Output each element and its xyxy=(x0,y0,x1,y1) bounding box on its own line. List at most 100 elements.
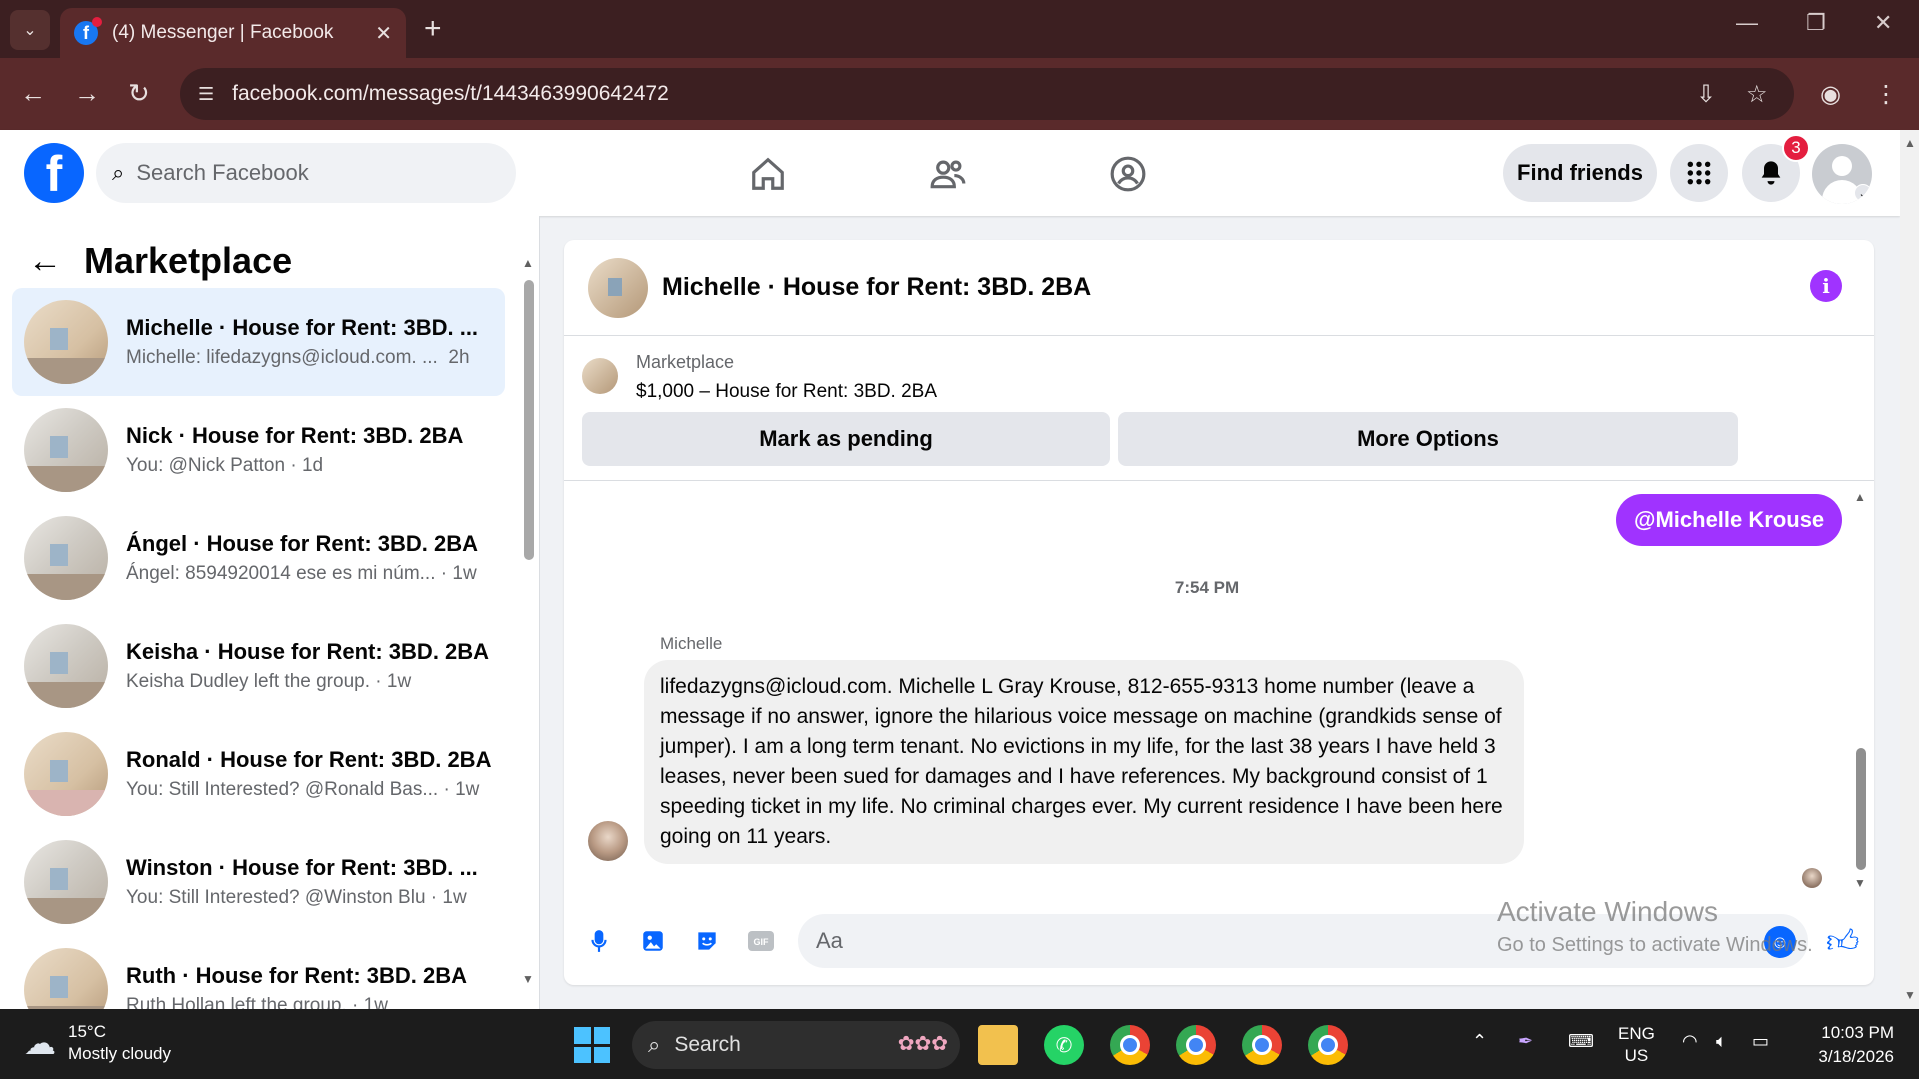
address-bar[interactable]: ☰ facebook.com/messages/t/14434639906424… xyxy=(180,68,1794,120)
conversation-name: Ronald · House for Rent: 3BD. 2BA xyxy=(126,747,492,772)
conversation-item[interactable]: Ángel · House for Rent: 3BD. 2BA Ángel: … xyxy=(12,504,505,612)
weather-temp: 15°C xyxy=(68,1022,106,1041)
chevron-down-icon[interactable]: ⌄ xyxy=(1854,184,1872,202)
conversation-item[interactable]: Winston · House for Rent: 3BD. ... You: … xyxy=(12,828,505,936)
volume-icon[interactable]: 🔈︎ xyxy=(1716,1031,1727,1052)
listing-thumbnail xyxy=(582,358,618,394)
menu-grid-icon[interactable] xyxy=(1670,144,1728,202)
minimize-icon[interactable]: — xyxy=(1736,10,1758,36)
weather-desc: Mostly cloudy xyxy=(68,1044,171,1063)
info-icon[interactable]: i xyxy=(1810,270,1842,302)
scroll-down-icon[interactable]: ▼ xyxy=(1854,876,1866,890)
chat-scrollbar[interactable]: ▲ ▼ xyxy=(1854,490,1866,890)
browser-menu-icon[interactable]: ⋮ xyxy=(1874,80,1898,109)
conversation-item[interactable]: Keisha · House for Rent: 3BD. 2BA Keisha… xyxy=(12,612,505,720)
more-options-button[interactable]: More Options xyxy=(1118,412,1738,466)
taskbar-search[interactable]: ⌕ Search ✿✿✿ xyxy=(632,1021,960,1069)
outgoing-message[interactable]: @Michelle Krouse xyxy=(1616,494,1843,546)
url-text[interactable]: facebook.com/messages/t/1443463990642472 xyxy=(232,82,669,106)
language-indicator[interactable]: ENG US xyxy=(1618,1023,1655,1067)
conversation-item[interactable]: Ruth · House for Rent: 3BD. 2BA Ruth Hol… xyxy=(12,936,505,1009)
keyboard-icon[interactable]: ⌨ xyxy=(1568,1031,1594,1052)
message-input[interactable]: Aa xyxy=(798,914,1808,968)
page-scrollbar[interactable]: ▲ ▼ xyxy=(1900,130,1919,1009)
friends-icon[interactable] xyxy=(926,152,970,196)
profile-icon[interactable]: ◉ xyxy=(1820,80,1841,109)
listing-thumbnail xyxy=(24,948,108,1009)
bookmark-star-icon[interactable]: ☆ xyxy=(1746,80,1768,109)
scroll-up-icon[interactable]: ▲ xyxy=(1854,490,1866,504)
wifi-icon[interactable]: ◠ xyxy=(1682,1031,1698,1052)
search-placeholder: Search Facebook xyxy=(136,160,309,185)
pen-icon[interactable]: ✒ xyxy=(1518,1031,1533,1052)
sidebar-scrollbar[interactable]: ▲ ▼ xyxy=(522,256,534,986)
conversation-item[interactable]: Ronald · House for Rent: 3BD. 2BA You: S… xyxy=(12,720,505,828)
mark-as-pending-button[interactable]: Mark as pending xyxy=(582,412,1110,466)
microphone-icon[interactable] xyxy=(584,926,614,956)
scroll-up-icon[interactable]: ▲ xyxy=(1904,136,1916,150)
windows-taskbar: ☁ 15°C Mostly cloudy ⌕ Search ✿✿✿ ✆ ⌃ ✒ … xyxy=(0,1009,1919,1079)
conversation-item[interactable]: Michelle · House for Rent: 3BD. ... Mich… xyxy=(12,288,505,396)
listing-thumbnail xyxy=(24,408,108,492)
scroll-down-icon[interactable]: ▼ xyxy=(522,972,534,986)
marketplace-listing-card[interactable]: Marketplace $1,000 – House for Rent: 3BD… xyxy=(582,352,937,403)
back-icon[interactable]: ← xyxy=(20,78,46,109)
conversation-preview: Ruth Hollan left the group. · 1w xyxy=(126,995,388,1009)
file-explorer-icon[interactable] xyxy=(978,1025,1018,1065)
find-friends-button[interactable]: Find friends xyxy=(1503,144,1657,202)
listing-thumbnail xyxy=(24,624,108,708)
conversation-name: Ángel · House for Rent: 3BD. 2BA xyxy=(126,531,479,556)
system-clock[interactable]: 10:03 PM 3/18/2026 xyxy=(1806,1021,1894,1069)
scroll-up-icon[interactable]: ▲ xyxy=(522,256,534,270)
chat-title[interactable]: Michelle · House for Rent: 3BD. 2BA xyxy=(662,273,1091,302)
tab-close-icon[interactable]: ✕ xyxy=(375,21,392,46)
message-timestamp: 7:54 PM xyxy=(1174,578,1240,597)
gif-icon[interactable]: GIF xyxy=(746,926,776,956)
chat-header: Michelle · House for Rent: 3BD. 2BA xyxy=(564,240,1874,336)
facebook-logo-icon[interactable]: f xyxy=(24,143,84,203)
chrome-icon[interactable] xyxy=(1308,1025,1348,1065)
site-info-icon[interactable]: ☰ xyxy=(198,84,214,105)
battery-icon[interactable]: ▭ xyxy=(1752,1031,1769,1052)
like-thumb-icon[interactable]: 👍︎ xyxy=(1826,922,1859,961)
browser-toolbar: ← → ↻ ☰ facebook.com/messages/t/14434639… xyxy=(0,58,1919,130)
photo-icon[interactable] xyxy=(638,926,668,956)
conversation-preview: You: Still Interested? @Winston Blu · 1w xyxy=(126,887,467,908)
reload-icon[interactable]: ↻ xyxy=(128,78,150,109)
scrollbar-thumb[interactable] xyxy=(524,280,534,560)
divider xyxy=(564,480,1874,481)
home-icon[interactable] xyxy=(746,152,790,196)
incoming-message[interactable]: lifedazygns@icloud.com. Michelle L Gray … xyxy=(644,660,1524,864)
conversation-preview: Michelle: lifedazygns@icloud.com. ... 2h xyxy=(126,347,470,368)
close-window-icon[interactable]: ✕ xyxy=(1874,10,1892,36)
restore-icon[interactable]: ❐ xyxy=(1806,10,1826,36)
chrome-icon[interactable] xyxy=(1176,1025,1216,1065)
groups-icon[interactable] xyxy=(1106,152,1150,196)
sender-name: Michelle xyxy=(660,634,723,653)
chrome-icon[interactable] xyxy=(1242,1025,1282,1065)
back-arrow-icon[interactable]: ← xyxy=(28,242,62,281)
conversation-item[interactable]: Nick · House for Rent: 3BD. 2BA You: @Ni… xyxy=(12,396,505,504)
whatsapp-icon[interactable]: ✆ xyxy=(1044,1025,1084,1065)
search-facebook-input[interactable]: ⌕ Search Facebook xyxy=(96,143,516,203)
sticker-icon[interactable] xyxy=(692,926,722,956)
tab-search-button[interactable]: ⌄ xyxy=(10,10,50,50)
install-app-icon[interactable]: ⇩ xyxy=(1696,80,1716,109)
chrome-icon[interactable] xyxy=(1110,1025,1150,1065)
forward-icon[interactable]: → xyxy=(74,78,100,109)
scroll-down-icon[interactable]: ▼ xyxy=(1904,988,1916,1002)
new-tab-icon[interactable]: + xyxy=(424,12,442,46)
emoji-icon[interactable]: ☺ xyxy=(1764,926,1796,958)
notification-badge: 3 xyxy=(1782,134,1810,162)
conversation-name: Ruth · House for Rent: 3BD. 2BA xyxy=(126,963,467,988)
show-hidden-icons-icon[interactable]: ⌃ xyxy=(1472,1031,1487,1052)
chat-avatar[interactable] xyxy=(588,257,648,318)
weather-widget[interactable]: ☁ 15°C Mostly cloudy xyxy=(24,1021,171,1065)
browser-tab[interactable]: f (4) Messenger | Facebook ✕ xyxy=(60,8,406,58)
conversation-name: Winston · House for Rent: 3BD. ... xyxy=(126,855,478,880)
account-avatar[interactable]: ⌄ xyxy=(1812,144,1872,204)
sender-avatar[interactable] xyxy=(588,821,628,861)
svg-text:GIF: GIF xyxy=(754,937,770,947)
scrollbar-thumb[interactable] xyxy=(1856,748,1866,870)
windows-start-icon[interactable] xyxy=(574,1027,610,1063)
